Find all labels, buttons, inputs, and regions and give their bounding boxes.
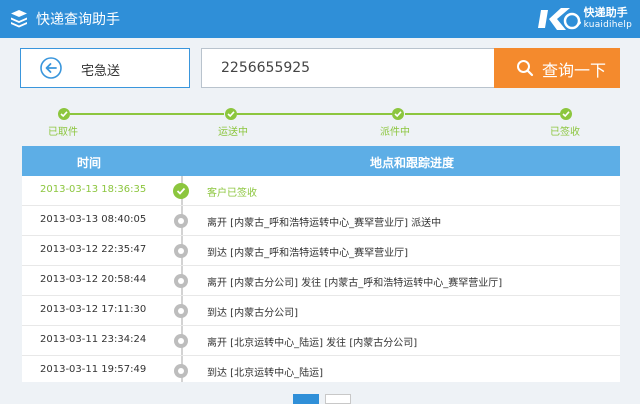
timeline-node: [174, 274, 188, 288]
step-label: 派件中: [380, 127, 410, 138]
table-row: 2013-03-13 18:36:35 客户已签收: [22, 176, 620, 206]
table-row: 2013-03-11 19:57:49 到达 [北京运转中心_陆运]: [22, 356, 620, 382]
brand-name-en: kuaidihelp: [583, 20, 632, 30]
package-stack-icon: [11, 10, 27, 28]
row-description: 离开 [内蒙古_呼和浩特运转中心_赛罕营业厅] 派送中: [207, 218, 442, 229]
page-button-next[interactable]: [325, 394, 351, 404]
brand-name-cn: 快递助手: [583, 6, 628, 19]
row-description: 离开 [北京运转中心_陆运] 发往 [内蒙古分公司]: [207, 338, 418, 349]
row-time: 2013-03-11 19:57:49: [40, 364, 147, 375]
table-row: 2013-03-13 08:40:05 离开 [内蒙古_呼和浩特运转中心_赛罕营…: [22, 206, 620, 236]
check-icon: [562, 111, 570, 118]
brand-logo-icon: [537, 8, 581, 30]
step-signed: [560, 108, 572, 120]
delivery-progress: 已取件 运送中 派件中 已签收: [0, 100, 640, 140]
step-in-transit: [225, 108, 237, 120]
timeline-node: [174, 334, 188, 348]
company-name: 宅急送: [81, 64, 121, 79]
query-button-label: 查询一下: [542, 61, 607, 80]
row-time: 2013-03-12 20:58:44: [40, 274, 147, 285]
timeline-node: [174, 244, 188, 258]
timeline-node: [174, 214, 188, 228]
check-icon: [394, 111, 402, 118]
row-description: 离开 [内蒙古分公司] 发往 [内蒙古_呼和浩特运转中心_赛罕营业厅]: [207, 278, 503, 289]
table-row: 2013-03-12 22:35:47 到达 [内蒙古_呼和浩特运转中心_赛罕营…: [22, 236, 620, 266]
row-time: 2013-03-11 23:34:24: [40, 334, 147, 345]
table-row: 2013-03-11 23:34:24 离开 [北京运转中心_陆运] 发往 [内…: [22, 326, 620, 356]
check-icon: [60, 111, 68, 118]
progress-line: [237, 113, 392, 115]
row-description: 到达 [北京运转中心_陆运]: [207, 368, 323, 379]
check-icon: [227, 111, 235, 118]
step-picked-up: [58, 108, 70, 120]
page-button-current[interactable]: [293, 394, 319, 404]
app-title: 快递查询助手: [36, 12, 120, 28]
table-row: 2013-03-12 20:58:44 离开 [内蒙古分公司] 发往 [内蒙古_…: [22, 266, 620, 296]
timeline-node: [174, 304, 188, 318]
tracking-table-header: 时间 地点和跟踪进度: [22, 146, 620, 176]
back-arrow-icon[interactable]: [40, 57, 62, 79]
timeline-node-current: [173, 183, 189, 199]
row-description: 到达 [内蒙古分公司]: [207, 308, 298, 319]
tracking-number-input[interactable]: [201, 48, 494, 88]
row-time: 2013-03-12 17:11:30: [40, 304, 147, 315]
row-description: 客户已签收: [207, 188, 257, 199]
tracking-table-body[interactable]: 2013-03-13 18:36:35 客户已签收 2013-03-13 08:…: [22, 176, 620, 382]
column-header-time: 时间: [77, 156, 102, 170]
check-icon: [176, 187, 186, 195]
step-out-for-delivery: [392, 108, 404, 120]
progress-line: [70, 113, 224, 115]
company-selector[interactable]: 宅急送: [20, 48, 190, 88]
row-time: 2013-03-13 18:36:35: [40, 184, 147, 195]
progress-line: [405, 113, 560, 115]
search-icon: [517, 60, 534, 77]
query-button[interactable]: 查询一下: [494, 48, 620, 88]
table-row: 2013-03-12 17:11:30 到达 [内蒙古分公司]: [22, 296, 620, 326]
step-label: 运送中: [218, 127, 248, 138]
step-label: 已取件: [48, 127, 78, 138]
timeline-node: [174, 364, 188, 378]
row-time: 2013-03-13 08:40:05: [40, 214, 147, 225]
row-description: 到达 [内蒙古_呼和浩特运转中心_赛罕营业厅]: [207, 248, 408, 259]
brand-logo: 快递助手 kuaidihelp: [537, 4, 632, 34]
row-time: 2013-03-12 22:35:47: [40, 244, 147, 255]
column-header-detail: 地点和跟踪进度: [370, 156, 455, 170]
step-label: 已签收: [550, 127, 580, 138]
title-bar: 快递查询助手 快递助手 kuaidihelp: [0, 0, 640, 38]
